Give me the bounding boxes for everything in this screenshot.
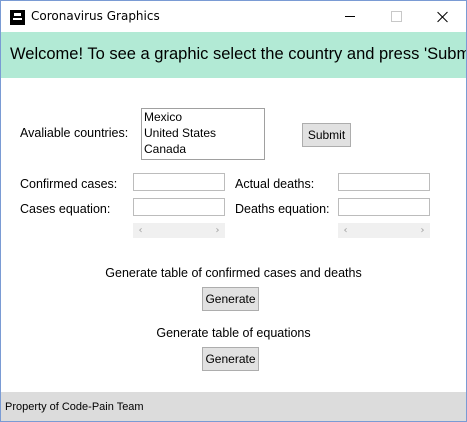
- deaths-equation-field[interactable]: [338, 198, 430, 216]
- actual-deaths-label: Actual deaths:: [235, 177, 315, 191]
- submit-button[interactable]: Submit: [302, 123, 351, 147]
- welcome-text: Welcome! To see a graphic select the cou…: [10, 45, 467, 63]
- confirmed-cases-field[interactable]: [133, 173, 225, 191]
- scroll-right-icon[interactable]: ›: [415, 223, 430, 238]
- status-text: Property of Code-Pain Team: [5, 401, 144, 413]
- generate-equations-button[interactable]: Generate: [202, 347, 259, 371]
- maximize-icon: [390, 11, 402, 22]
- app-window: Coronavirus Graphics Welcome! To see a g…: [0, 0, 467, 422]
- close-button[interactable]: [420, 1, 466, 32]
- deaths-equation-scrollbar[interactable]: ‹ ›: [338, 223, 430, 238]
- title-bar[interactable]: Coronavirus Graphics: [1, 1, 466, 32]
- generate-equations-label: Generate table of equations: [156, 326, 311, 340]
- minimize-icon: [345, 16, 355, 17]
- scroll-left-icon[interactable]: ‹: [338, 223, 353, 238]
- cases-equation-scrollbar[interactable]: ‹ ›: [133, 223, 225, 238]
- confirmed-cases-label: Confirmed cases:: [20, 177, 118, 191]
- app-icon: [10, 10, 25, 25]
- generate-table-label: Generate table of confirmed cases and de…: [105, 266, 362, 280]
- actual-deaths-field[interactable]: [338, 173, 430, 191]
- welcome-banner: Welcome! To see a graphic select the cou…: [1, 32, 466, 78]
- deaths-equation-label: Deaths equation:: [235, 202, 330, 216]
- country-option-canada[interactable]: Canada: [142, 141, 264, 157]
- minimize-button[interactable]: [327, 1, 373, 32]
- country-option-united-states[interactable]: United States: [142, 125, 264, 141]
- cases-equation-field[interactable]: [133, 198, 225, 216]
- close-icon: [437, 11, 449, 23]
- maximize-button[interactable]: [373, 1, 419, 32]
- scroll-right-icon[interactable]: ›: [210, 223, 225, 238]
- countries-label: Avaliable countries:: [20, 126, 129, 140]
- generate-table-button[interactable]: Generate: [202, 287, 259, 311]
- status-bar: Property of Code-Pain Team: [1, 392, 466, 421]
- cases-equation-label: Cases equation:: [20, 202, 111, 216]
- countries-listbox[interactable]: Mexico United States Canada: [141, 108, 265, 160]
- scroll-left-icon[interactable]: ‹: [133, 223, 148, 238]
- country-option-mexico[interactable]: Mexico: [142, 109, 264, 125]
- window-title: Coronavirus Graphics: [31, 9, 160, 23]
